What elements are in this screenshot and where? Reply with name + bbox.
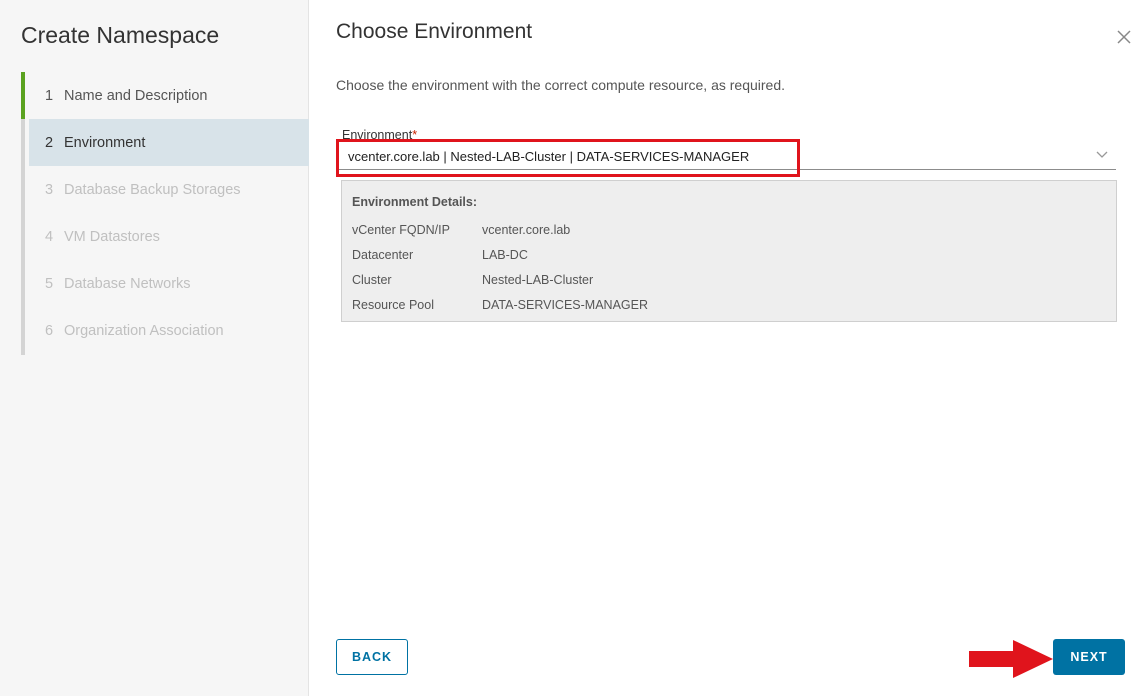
step-label: Environment — [64, 134, 146, 151]
details-row: vCenter FQDN/IP vcenter.core.lab — [352, 217, 1106, 242]
environment-select-value: vcenter.core.lab | Nested-LAB-Cluster | … — [348, 148, 750, 164]
step-label: VM Datastores — [64, 228, 160, 245]
details-value: vcenter.core.lab — [482, 222, 571, 237]
wizard-sidebar: Create Namespace 1 Name and Description … — [0, 0, 309, 696]
environment-select[interactable]: vcenter.core.lab | Nested-LAB-Cluster | … — [336, 143, 1116, 170]
details-row: Cluster Nested-LAB-Cluster — [352, 267, 1106, 292]
step-label: Database Networks — [64, 275, 191, 292]
step-database-networks: 5 Database Networks — [45, 275, 191, 292]
step-label: Name and Description — [64, 87, 208, 104]
environment-details-heading: Environment Details: — [352, 195, 478, 209]
close-icon — [1117, 30, 1131, 44]
next-button[interactable]: NEXT — [1053, 639, 1125, 675]
step-label: Database Backup Storages — [64, 181, 241, 198]
details-key: Resource Pool — [352, 297, 434, 312]
step-database-backup-storages: 3 Database Backup Storages — [45, 181, 241, 198]
details-key: Cluster — [352, 272, 392, 287]
wizard-content: Choose Environment Choose the environmen… — [309, 0, 1145, 696]
details-key: Datacenter — [352, 247, 414, 262]
page-subtitle: Choose the environment with the correct … — [336, 77, 786, 93]
arrow-right-icon — [969, 640, 1053, 678]
chevron-down-icon — [1096, 151, 1108, 158]
details-key: vCenter FQDN/IP — [352, 222, 450, 237]
details-value: LAB-DC — [482, 247, 528, 262]
wizard-title: Create Namespace — [21, 22, 220, 48]
step-name-and-description[interactable]: 1 Name and Description — [21, 72, 309, 119]
details-row: Datacenter LAB-DC — [352, 242, 1106, 267]
step-vm-datastores: 4 VM Datastores — [45, 228, 160, 245]
required-mark: * — [412, 128, 418, 142]
details-value: DATA-SERVICES-MANAGER — [482, 297, 648, 312]
close-button[interactable] — [1115, 28, 1133, 46]
step-environment[interactable]: 2 Environment — [29, 119, 309, 166]
details-row: Resource Pool DATA-SERVICES-MANAGER — [352, 292, 1106, 317]
step-label: Organization Association — [64, 322, 224, 339]
details-value: Nested-LAB-Cluster — [482, 272, 594, 287]
environment-details-panel: Environment Details: vCenter FQDN/IP vce… — [341, 180, 1117, 322]
step-organization-association: 6 Organization Association — [45, 322, 224, 339]
back-button[interactable]: BACK — [336, 639, 408, 675]
page-title: Choose Environment — [336, 20, 533, 43]
environment-label: Environment* — [342, 128, 418, 142]
wizard-steps: 1 Name and Description 2 Environment 3 D… — [21, 72, 309, 355]
